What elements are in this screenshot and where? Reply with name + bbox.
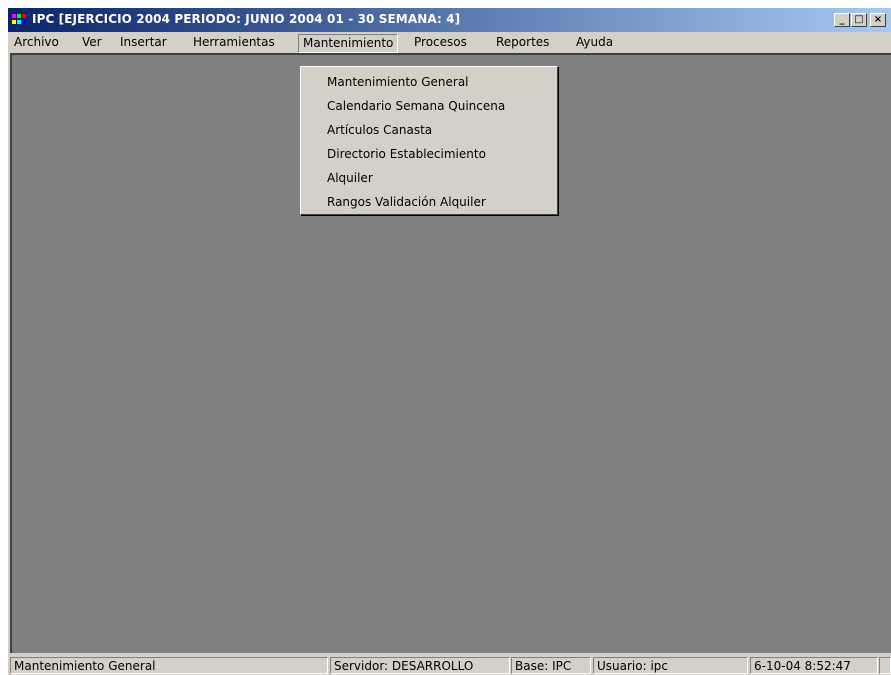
maximize-button[interactable]: □: [851, 13, 867, 27]
menu-item-articulos-canasta[interactable]: Artículos Canasta: [327, 120, 432, 140]
menu-archivo[interactable]: Archivo: [14, 35, 59, 52]
size-grip[interactable]: [879, 657, 891, 674]
menu-ver[interactable]: Ver: [82, 35, 102, 52]
mantenimiento-dropdown: Mantenimiento General Calendario Semana …: [300, 66, 558, 215]
menu-item-directorio-establecimiento[interactable]: Directorio Establecimiento: [327, 144, 486, 164]
status-message: Mantenimiento General: [10, 657, 328, 674]
menu-bar: Archivo Ver Insertar Herramientas Manten…: [8, 32, 891, 53]
menu-item-rangos-validacion-alquiler[interactable]: Rangos Validación Alquiler: [327, 192, 486, 212]
menu-mantenimiento[interactable]: Mantenimiento: [298, 34, 399, 53]
menu-insertar[interactable]: Insertar: [120, 35, 167, 52]
status-bar: Mantenimiento General Servidor: DESARROL…: [8, 655, 891, 675]
app-window: IPC [EJERCICIO 2004 PERIODO: JUNIO 2004 …: [8, 8, 891, 675]
status-base: Base: IPC: [511, 657, 591, 674]
menu-item-calendario-semana-quincena[interactable]: Calendario Semana Quincena: [327, 96, 505, 116]
status-datetime: 6-10-04 8:52:47: [750, 657, 878, 674]
app-icon: [12, 14, 26, 24]
status-server: Servidor: DESARROLLO: [330, 657, 510, 674]
menu-ayuda[interactable]: Ayuda: [576, 35, 613, 52]
window-title: IPC [EJERCICIO 2004 PERIODO: JUNIO 2004 …: [32, 12, 461, 26]
close-button[interactable]: ×: [870, 13, 886, 27]
menu-procesos[interactable]: Procesos: [414, 35, 467, 52]
menu-herramientas[interactable]: Herramientas: [193, 35, 275, 52]
menu-item-mantenimiento-general[interactable]: Mantenimiento General: [327, 72, 469, 92]
menu-item-alquiler[interactable]: Alquiler: [327, 168, 373, 188]
minimize-button[interactable]: _: [834, 13, 850, 27]
status-user: Usuario: ipc: [593, 657, 748, 674]
title-bar[interactable]: IPC [EJERCICIO 2004 PERIODO: JUNIO 2004 …: [8, 8, 891, 32]
menu-reportes[interactable]: Reportes: [496, 35, 549, 52]
